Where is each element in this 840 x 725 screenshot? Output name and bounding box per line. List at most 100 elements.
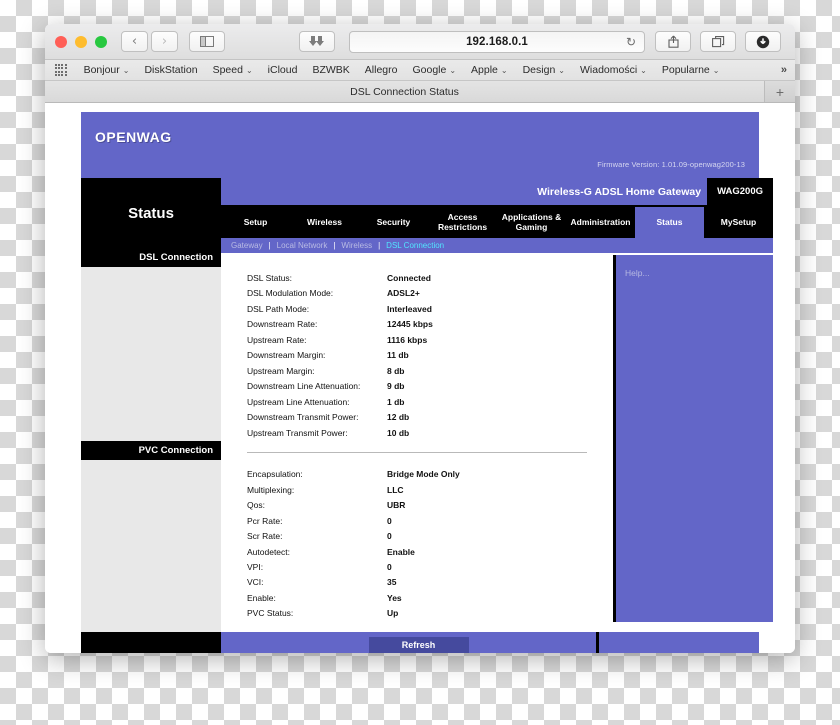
tab-applications-gaming[interactable]: Applications & Gaming — [497, 207, 566, 238]
subtab-local-network[interactable]: Local Network — [277, 241, 328, 250]
row-value: 9 db — [387, 381, 405, 392]
chevron-down-icon: ⌄ — [449, 65, 457, 75]
help-text[interactable]: Help... — [625, 268, 650, 278]
bookmark-label: Google — [412, 64, 447, 76]
close-window-button[interactable] — [55, 35, 67, 48]
footer-left-block — [81, 632, 221, 653]
table-row: DSL Status: Connected — [247, 271, 433, 286]
tab-status[interactable]: Status — [635, 207, 704, 238]
table-row: VPI: 0 — [247, 560, 460, 575]
row-label: Pcr Rate: — [247, 515, 283, 526]
help-panel: Help... — [613, 255, 773, 622]
row-value: 0 — [387, 531, 392, 542]
download-circle-icon — [756, 35, 770, 48]
bookmark-label: Design — [522, 64, 556, 76]
row-label: VPI: — [247, 561, 264, 572]
browser-window: ‹ › 192.168.0.1 ↻ Bonjour ⌄ DiskStation … — [45, 24, 795, 653]
row-label: Autodetect: — [247, 546, 291, 557]
download-status-button[interactable] — [745, 31, 781, 52]
right-column: Wireless-G ADSL Home Gateway WAG200G Set… — [221, 178, 773, 632]
bookmark-popularne[interactable]: Popularne ⌄ — [662, 64, 720, 76]
row-label: Enable: — [247, 592, 276, 603]
tab-setup[interactable]: Setup — [221, 207, 290, 238]
row-value: 12445 kbps — [387, 319, 433, 330]
tab-security[interactable]: Security — [359, 207, 428, 238]
subtab-separator: | — [378, 241, 381, 250]
reload-icon[interactable]: ↻ — [626, 36, 636, 48]
subtab-separator: | — [268, 241, 271, 250]
footer-action-bar: Refresh — [221, 632, 596, 653]
bookmark-wiadomosci[interactable]: Wiadomości ⌄ — [580, 64, 647, 76]
share-icon — [667, 35, 679, 48]
tabs-overview-icon — [711, 35, 724, 47]
back-button[interactable]: ‹ — [121, 31, 148, 52]
status-title-block: Status — [81, 178, 221, 248]
bookmark-icloud[interactable]: iCloud — [268, 64, 298, 76]
address-bar[interactable]: 192.168.0.1 ↻ — [349, 30, 645, 53]
refresh-button[interactable]: Refresh — [368, 637, 469, 653]
row-value: 0 — [387, 515, 392, 526]
gateway-title-bar: Wireless-G ADSL Home Gateway WAG200G — [221, 178, 773, 207]
row-value: 10 db — [387, 427, 410, 438]
chevron-left-icon: ‹ — [131, 34, 138, 49]
table-row: Encapsulation: Bridge Mode Only — [247, 467, 460, 482]
row-value: ADSL2+ — [387, 288, 420, 299]
tab-administration[interactable]: Administration — [566, 207, 635, 238]
table-row: Upstream Transmit Power: 10 db — [247, 426, 433, 441]
row-value: 0 — [387, 561, 392, 572]
new-tab-button[interactable]: + — [765, 81, 795, 102]
bookmark-bonjour[interactable]: Bonjour ⌄ — [84, 64, 130, 76]
subtab-wireless[interactable]: Wireless — [341, 241, 372, 250]
bookmark-label: Bonjour — [83, 64, 120, 76]
navigation-buttons: ‹ › — [121, 31, 181, 52]
bookmark-diskstation[interactable]: DiskStation — [144, 64, 197, 76]
bookmark-allegro[interactable]: Allegro — [365, 64, 398, 76]
maximize-window-button[interactable] — [95, 35, 107, 48]
table-row: Enable: Yes — [247, 591, 460, 606]
row-label: Upstream Margin: — [247, 365, 315, 376]
left-column: Status DSL Connection PVC Connection — [81, 178, 221, 632]
bookmark-google[interactable]: Google ⌄ — [412, 64, 456, 76]
row-value: 12 db — [387, 412, 410, 423]
downloads-button[interactable] — [299, 31, 335, 52]
tab-mysetup[interactable]: MySetup — [704, 207, 773, 238]
subtab-dsl-connection[interactable]: DSL Connection — [386, 241, 444, 250]
model-badge: WAG200G — [707, 178, 773, 205]
bookmark-bzwbk[interactable]: BZWBK — [312, 64, 349, 76]
gateway-title: Wireless-G ADSL Home Gateway — [537, 185, 702, 198]
share-button[interactable] — [655, 31, 691, 52]
bookmark-label: Speed — [212, 64, 243, 76]
row-label: DSL Path Mode: — [247, 303, 310, 314]
table-row: Pcr Rate: 0 — [247, 514, 460, 529]
page-footer: Refresh — [81, 632, 759, 653]
subtab-gateway[interactable]: Gateway — [231, 241, 263, 250]
forward-button[interactable]: › — [151, 31, 178, 52]
apps-grid-icon[interactable] — [55, 64, 67, 76]
bookmark-design[interactable]: Design ⌄ — [523, 64, 565, 76]
section-title: PVC Connection — [138, 445, 213, 456]
tab-wireless[interactable]: Wireless — [290, 207, 359, 238]
firmware-row: Firmware Version: 1.01.09-openwag200-13 — [81, 160, 759, 178]
tab-access-restrictions[interactable]: Access Restrictions — [428, 207, 497, 238]
row-label: DSL Status: — [247, 273, 293, 283]
page-viewport: OpenWAG Firmware Version: 1.01.09-openwa… — [45, 103, 795, 653]
bookmark-speed[interactable]: Speed ⌄ — [213, 64, 253, 76]
section-title: DSL Connection — [139, 252, 213, 263]
tab-dsl-connection-status[interactable]: DSL Connection Status — [45, 81, 765, 102]
table-row: DSL Modulation Mode: ADSL2+ — [247, 286, 433, 301]
toolbar-right-buttons — [655, 31, 785, 52]
row-label: DSL Modulation Mode: — [247, 288, 334, 299]
main-content: DSL Status: Connected DSL Modulation Mod… — [221, 255, 613, 622]
bookmark-label: Popularne — [661, 64, 710, 76]
bookmark-label: DiskStation — [144, 64, 198, 76]
show-tabs-button[interactable] — [700, 31, 736, 52]
brand-bar: OpenWAG — [81, 112, 759, 160]
table-row: Downstream Rate: 12445 kbps — [247, 317, 433, 332]
url-text: 192.168.0.1 — [466, 35, 528, 48]
window-controls — [55, 35, 107, 48]
row-label: Qos: — [247, 500, 265, 511]
bookmark-apple[interactable]: Apple ⌄ — [471, 64, 508, 76]
bookmarks-overflow-button[interactable]: » — [781, 64, 787, 76]
minimize-window-button[interactable] — [75, 35, 87, 48]
sidebar-toggle-button[interactable] — [189, 31, 225, 52]
